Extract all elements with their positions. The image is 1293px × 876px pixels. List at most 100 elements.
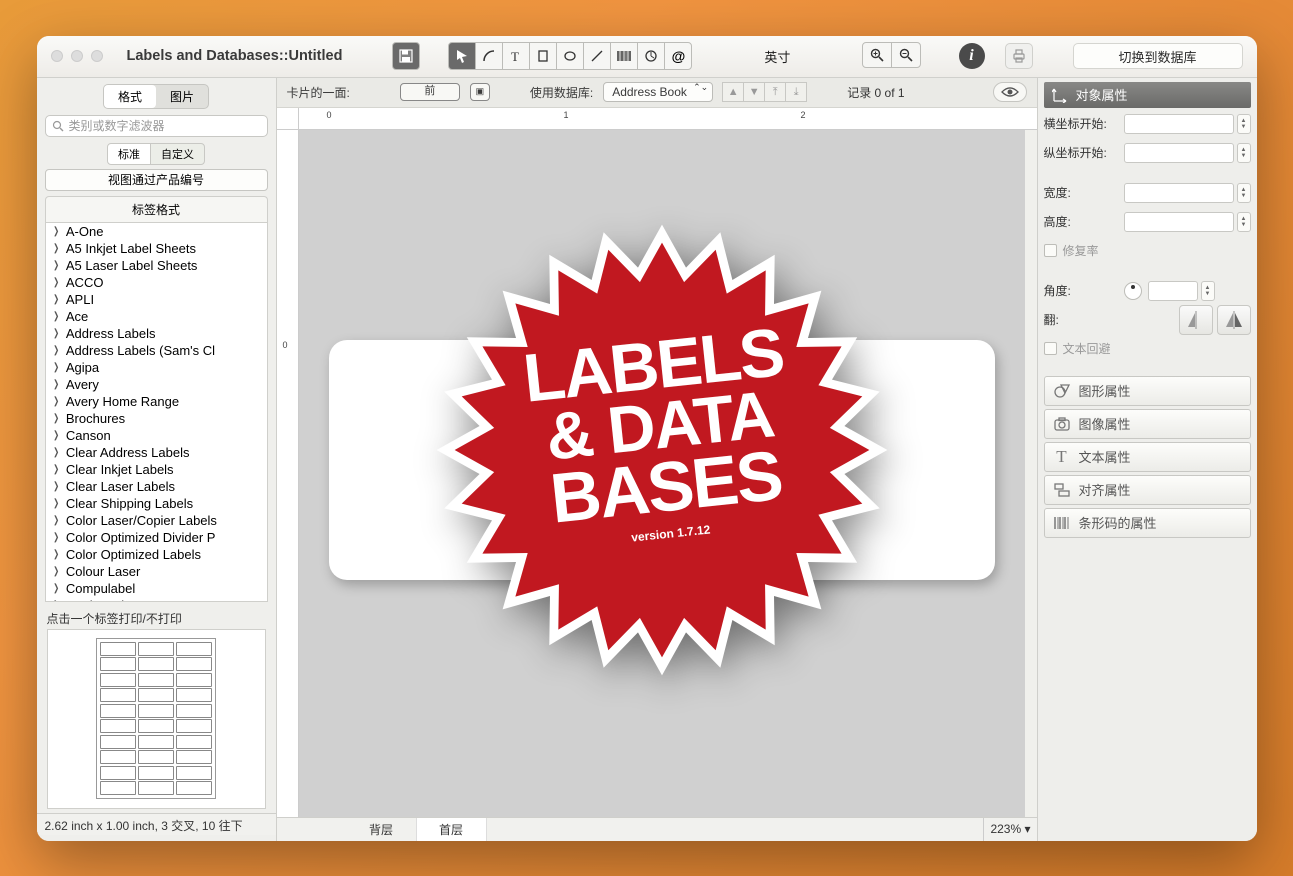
label-cell[interactable]	[138, 781, 174, 795]
list-item[interactable]: ❯APLI	[46, 291, 267, 308]
label-cell[interactable]	[138, 657, 174, 671]
tab-image[interactable]: 图片	[156, 85, 208, 108]
image-props-section[interactable]: 图像属性	[1044, 409, 1251, 439]
save-button[interactable]	[392, 42, 420, 70]
switch-database-button[interactable]: 切换到数据库	[1073, 43, 1243, 69]
label-cell[interactable]	[176, 719, 212, 733]
zoom-window[interactable]	[91, 50, 103, 62]
zoom-in-button[interactable]	[862, 42, 892, 68]
y-start-field[interactable]	[1124, 143, 1234, 163]
ellipse-tool[interactable]	[556, 42, 584, 70]
label-cell[interactable]	[138, 766, 174, 780]
list-item[interactable]: ❯Copier Tabs	[46, 597, 267, 602]
label-cell[interactable]	[176, 673, 212, 687]
keep-ratio-checkbox[interactable]	[1044, 244, 1057, 257]
label-cell[interactable]	[138, 704, 174, 718]
label-cell[interactable]	[100, 704, 136, 718]
y-start-stepper[interactable]: ▲▼	[1237, 143, 1251, 163]
label-cell[interactable]	[176, 704, 212, 718]
text-wrap-checkbox[interactable]	[1044, 342, 1057, 355]
list-item[interactable]: ❯Avery	[46, 376, 267, 393]
x-start-stepper[interactable]: ▲▼	[1237, 114, 1251, 134]
label-cell[interactable]	[100, 766, 136, 780]
angle-field[interactable]	[1148, 281, 1198, 301]
list-item[interactable]: ❯Clear Inkjet Labels	[46, 461, 267, 478]
units-select[interactable]: 英寸	[742, 45, 812, 67]
layer-tab-front[interactable]: 首层	[417, 818, 487, 841]
label-cell[interactable]	[100, 657, 136, 671]
text-tool[interactable]: T	[502, 42, 530, 70]
list-item[interactable]: ❯A5 Inkjet Label Sheets	[46, 240, 267, 257]
list-item[interactable]: ❯Compulabel	[46, 580, 267, 597]
zoom-out-button[interactable]	[891, 42, 921, 68]
search-input[interactable]: 类别或数字滤波器	[45, 115, 268, 137]
rect-tool[interactable]	[529, 42, 557, 70]
list-item[interactable]: ❯Clear Laser Labels	[46, 478, 267, 495]
back-side-button[interactable]: ▣	[470, 83, 490, 101]
list-item[interactable]: ❯Colour Laser	[46, 563, 267, 580]
list-item[interactable]: ❯Color Laser/Copier Labels	[46, 512, 267, 529]
list-item[interactable]: ❯Color Optimized Divider P	[46, 529, 267, 546]
list-item[interactable]: ❯Ace	[46, 308, 267, 325]
object-props-header[interactable]: 对象属性	[1044, 82, 1251, 108]
view-by-product-button[interactable]: 视图通过产品编号	[45, 169, 268, 191]
front-side-button[interactable]: 前	[400, 83, 460, 101]
label-cell[interactable]	[176, 781, 212, 795]
label-cell[interactable]	[100, 642, 136, 656]
counter-tool[interactable]	[637, 42, 665, 70]
list-item[interactable]: ❯ACCO	[46, 274, 267, 291]
tab-format[interactable]: 格式	[104, 85, 156, 108]
seg-standard[interactable]: 标准	[107, 143, 151, 165]
label-cell[interactable]	[176, 657, 212, 671]
print-button[interactable]	[1005, 43, 1033, 69]
label-cell[interactable]	[176, 735, 212, 749]
nav-first[interactable]: ⤒	[764, 82, 786, 102]
nav-down[interactable]: ▼	[743, 82, 765, 102]
minimize-window[interactable]	[71, 50, 83, 62]
nav-last[interactable]: ⤓	[785, 82, 807, 102]
height-stepper[interactable]: ▲▼	[1237, 212, 1251, 232]
pointer-tool[interactable]	[448, 42, 476, 70]
label-cell[interactable]	[100, 688, 136, 702]
template-list[interactable]: ❯A-One❯A5 Inkjet Label Sheets❯A5 Laser L…	[45, 222, 268, 602]
barcode-tool[interactable]	[610, 42, 638, 70]
list-item[interactable]: ❯Brochures	[46, 410, 267, 427]
label-cell[interactable]	[138, 735, 174, 749]
list-item[interactable]: ❯Canson	[46, 427, 267, 444]
label-cell[interactable]	[176, 750, 212, 764]
label-cell[interactable]	[176, 642, 212, 656]
zoom-display[interactable]: 223% ▾	[983, 818, 1036, 841]
seg-custom[interactable]: 自定义	[150, 143, 205, 165]
label-cell[interactable]	[176, 688, 212, 702]
x-start-field[interactable]	[1124, 114, 1234, 134]
list-item[interactable]: ❯Clear Shipping Labels	[46, 495, 267, 512]
vertical-scrollbar[interactable]	[1025, 130, 1037, 817]
list-item[interactable]: ❯A5 Laser Label Sheets	[46, 257, 267, 274]
label-cell[interactable]	[138, 673, 174, 687]
align-props-section[interactable]: 对齐属性	[1044, 475, 1251, 505]
flip-horizontal-button[interactable]	[1179, 305, 1213, 335]
database-select[interactable]: Address Book	[603, 82, 713, 102]
sheet-preview[interactable]	[47, 629, 266, 809]
label-cell[interactable]	[100, 673, 136, 687]
angle-stepper[interactable]: ▲▼	[1201, 281, 1215, 301]
label-cell[interactable]	[176, 766, 212, 780]
at-tool[interactable]: @	[664, 42, 692, 70]
label-cell[interactable]	[138, 642, 174, 656]
list-item[interactable]: ❯Avery Home Range	[46, 393, 267, 410]
shape-props-section[interactable]: 图形属性	[1044, 376, 1251, 406]
arc-tool[interactable]	[475, 42, 503, 70]
width-field[interactable]	[1124, 183, 1234, 203]
barcode-props-section[interactable]: 条形码的属性	[1044, 508, 1251, 538]
list-item[interactable]: ❯Agipa	[46, 359, 267, 376]
list-item[interactable]: ❯A-One	[46, 223, 267, 240]
list-item[interactable]: ❯Color Optimized Labels	[46, 546, 267, 563]
label-cell[interactable]	[100, 719, 136, 733]
height-field[interactable]	[1124, 212, 1234, 232]
text-props-section[interactable]: T文本属性	[1044, 442, 1251, 472]
list-item[interactable]: ❯Address Labels	[46, 325, 267, 342]
preview-button[interactable]	[993, 82, 1027, 102]
nav-up[interactable]: ▲	[722, 82, 744, 102]
list-item[interactable]: ❯Address Labels (Sam's Cl	[46, 342, 267, 359]
label-cell[interactable]	[138, 719, 174, 733]
